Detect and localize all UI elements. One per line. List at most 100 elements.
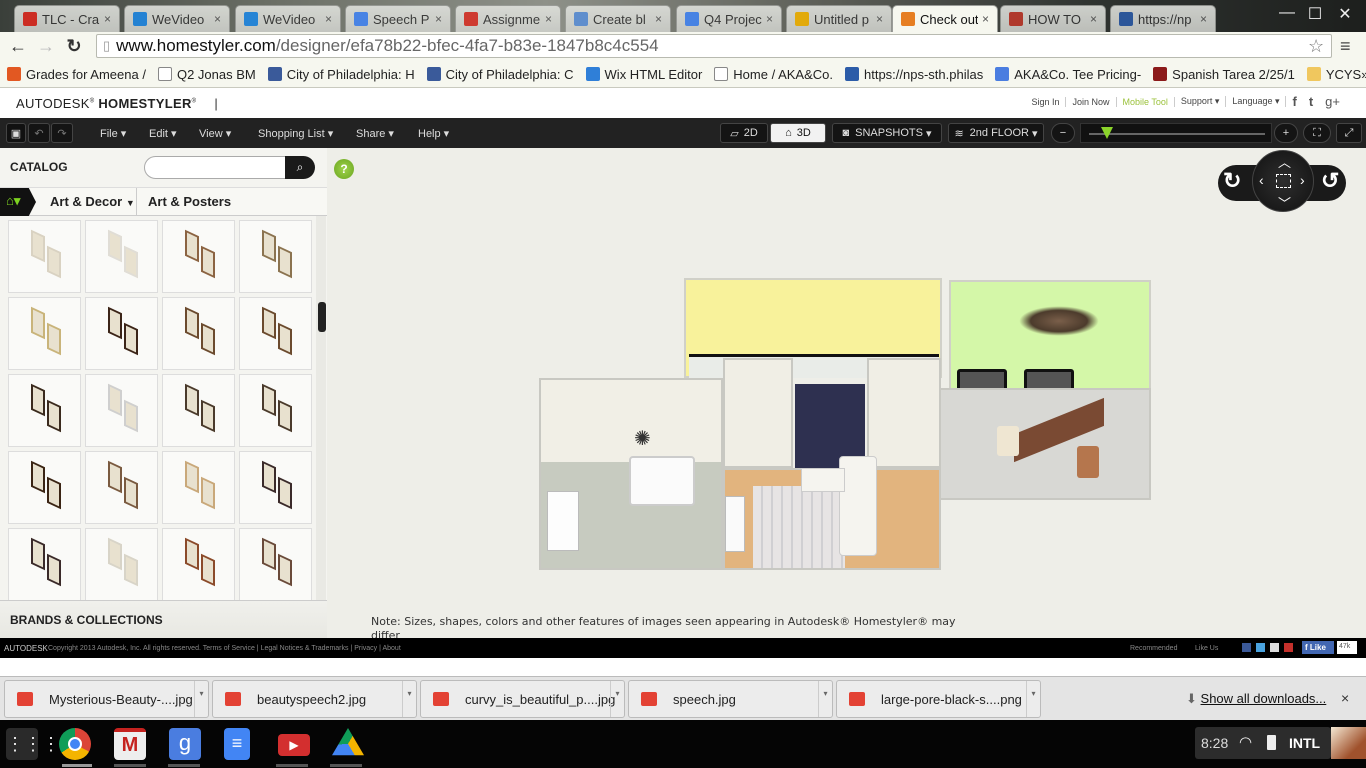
catalog-item[interactable] (8, 220, 81, 293)
catalog-item[interactable] (162, 374, 235, 447)
zoom-in-icon[interactable]: + (1274, 123, 1298, 143)
browser-tab[interactable]: Q4 Projec × (676, 5, 782, 32)
download-item[interactable]: curvy_is_beautiful_p....jpg ▾ (420, 680, 625, 718)
browser-tab[interactable]: Create bl × (565, 5, 671, 32)
scrollbar-thumb[interactable] (318, 302, 326, 332)
catalog-search-input[interactable] (144, 156, 289, 179)
view-2d-button[interactable]: ▱ 2D (720, 123, 768, 143)
center-view-icon[interactable] (1276, 174, 1291, 188)
catalog-item[interactable] (85, 451, 158, 524)
redo-icon[interactable]: ↷ (51, 123, 73, 143)
browser-tab[interactable]: WeVideo × (124, 5, 230, 32)
pan-down-icon[interactable]: ﹀ (1278, 193, 1291, 212)
bookmark-item[interactable]: AKA&Co. Tee Pricing- (995, 67, 1141, 82)
catalog-item[interactable] (8, 374, 81, 447)
breadcrumb-art-decor[interactable]: Art & Decor ▼ (50, 194, 135, 209)
google-search-icon[interactable]: g (169, 728, 201, 760)
menu-share[interactable]: Share ▾ (356, 127, 394, 140)
gmail-icon[interactable]: M (114, 728, 146, 760)
homestyler-logo[interactable]: AUTODESK® HOMESTYLER® | (16, 96, 218, 111)
download-menu-icon[interactable]: ▾ (194, 681, 208, 717)
download-menu-icon[interactable]: ▾ (610, 681, 624, 717)
bookmark-item[interactable]: Q2 Jonas BM (157, 67, 256, 82)
tab-close-icon[interactable]: × (982, 12, 989, 26)
tab-close-icon[interactable]: × (325, 12, 332, 26)
forward-button[interactable]: → (32, 36, 60, 57)
tab-close-icon[interactable]: × (1090, 12, 1097, 26)
download-item[interactable]: speech.jpg ▾ (628, 680, 833, 718)
download-menu-icon[interactable]: ▾ (402, 681, 416, 717)
catalog-item[interactable] (85, 297, 158, 370)
browser-tab[interactable]: Assignme × (455, 5, 561, 32)
back-button[interactable]: ← (4, 36, 32, 57)
zoom-out-icon[interactable]: − (1051, 123, 1075, 143)
catalog-item[interactable] (239, 220, 312, 293)
menu-file[interactable]: File ▾ (100, 127, 126, 140)
facebook-icon[interactable]: f (1286, 94, 1302, 109)
maximize-button[interactable]: ☐ (1300, 4, 1330, 24)
catalog-item[interactable] (162, 451, 235, 524)
mobile-tool-link[interactable]: Mobile Tool (1117, 96, 1175, 107)
catalog-scrollbar[interactable] (316, 216, 326, 600)
app-launcher-icon[interactable]: ⋮⋮⋮ (6, 728, 60, 760)
twitter-icon[interactable] (1256, 643, 1265, 652)
close-window-button[interactable]: ✕ (1330, 4, 1360, 24)
rotate-right-icon[interactable]: ↺ (1321, 168, 1339, 194)
catalog-item[interactable] (85, 528, 158, 601)
menu-edit[interactable]: Edit ▾ (149, 127, 177, 140)
catalog-item[interactable] (85, 374, 158, 447)
catalog-item[interactable] (162, 297, 235, 370)
chrome-menu-icon[interactable]: ≡ (1340, 36, 1351, 57)
catalog-item[interactable] (85, 220, 158, 293)
twitter-icon[interactable]: t (1303, 94, 1319, 109)
catalog-item[interactable] (239, 297, 312, 370)
menu-view[interactable]: View ▾ (199, 127, 231, 140)
menu-shopping-list[interactable]: Shopping List ▾ (258, 127, 333, 140)
catalog-item[interactable] (162, 528, 235, 601)
tab-close-icon[interactable]: × (876, 12, 883, 26)
close-downloads-button[interactable]: × (1341, 690, 1349, 706)
bookmark-item[interactable]: Spanish Tarea 2/25/1 (1153, 67, 1295, 82)
bookmarks-overflow-button[interactable]: » (1361, 67, 1366, 82)
footer-copyright[interactable]: Copyright 2013 Autodesk, Inc. All rights… (48, 645, 401, 652)
design-3d-viewport[interactable]: ? ↻ ↺ ︿ ﹀ ‹ › ✺ Note: Sizes, shapes, col… (327, 148, 1366, 656)
facebook-like-button[interactable]: f Like (1302, 641, 1334, 654)
breadcrumb-art-posters[interactable]: Art & Posters (148, 194, 231, 209)
browser-tab[interactable]: Untitled p × (786, 5, 892, 32)
flickr-icon[interactable] (1270, 643, 1279, 652)
browser-tab[interactable]: TLC - Cra × (14, 5, 120, 32)
google-docs-icon[interactable]: ≡ (224, 728, 250, 760)
catalog-item[interactable] (162, 220, 235, 293)
zoom-slider[interactable] (1080, 123, 1272, 143)
tab-close-icon[interactable]: × (1200, 12, 1207, 26)
download-item[interactable]: beautyspeech2.jpg ▾ (212, 680, 417, 718)
catalog-item[interactable] (8, 451, 81, 524)
show-all-downloads-link[interactable]: ⬇ Show all downloads... (1186, 691, 1326, 707)
catalog-item[interactable] (8, 297, 81, 370)
view-3d-button[interactable]: ⌂ 3D (770, 123, 826, 143)
download-menu-icon[interactable]: ▾ (1026, 681, 1040, 717)
tab-close-icon[interactable]: × (104, 12, 111, 26)
browser-tab[interactable]: Check out × (892, 5, 998, 32)
pan-right-icon[interactable]: › (1300, 172, 1305, 188)
catalog-item[interactable] (8, 528, 81, 601)
bookmark-item[interactable]: https://nps-sth.philas (845, 67, 983, 82)
reload-button[interactable]: ↻ (60, 36, 88, 57)
bookmark-item[interactable]: YCYS (1306, 67, 1361, 82)
google-drive-icon[interactable] (332, 728, 364, 756)
save-icon[interactable]: ▣ (6, 123, 26, 143)
language-menu[interactable]: Language ▾ (1226, 96, 1287, 107)
tab-close-icon[interactable]: × (545, 12, 552, 26)
download-item[interactable]: large-pore-black-s....png ▾ (836, 680, 1041, 718)
tab-close-icon[interactable]: × (655, 12, 662, 26)
floorplan-3d-render[interactable]: ✺ (539, 276, 1153, 573)
footer-recommended[interactable]: Recommended (1130, 645, 1177, 652)
rotate-left-icon[interactable]: ↻ (1223, 168, 1241, 194)
snapshots-button[interactable]: ◙ SNAPSHOTS ▾ (832, 123, 942, 143)
floor-selector[interactable]: ≋ 2nd FLOOR ▾ (948, 123, 1044, 143)
pan-left-icon[interactable]: ‹ (1259, 172, 1264, 188)
bookmark-star-icon[interactable]: ☆ (1308, 36, 1324, 57)
search-icon[interactable]: ⌕ (285, 156, 315, 179)
address-bar[interactable]: ▯ www.homestyler.com/designer/efa78b22-b… (96, 34, 1332, 58)
tab-close-icon[interactable]: × (214, 12, 221, 26)
